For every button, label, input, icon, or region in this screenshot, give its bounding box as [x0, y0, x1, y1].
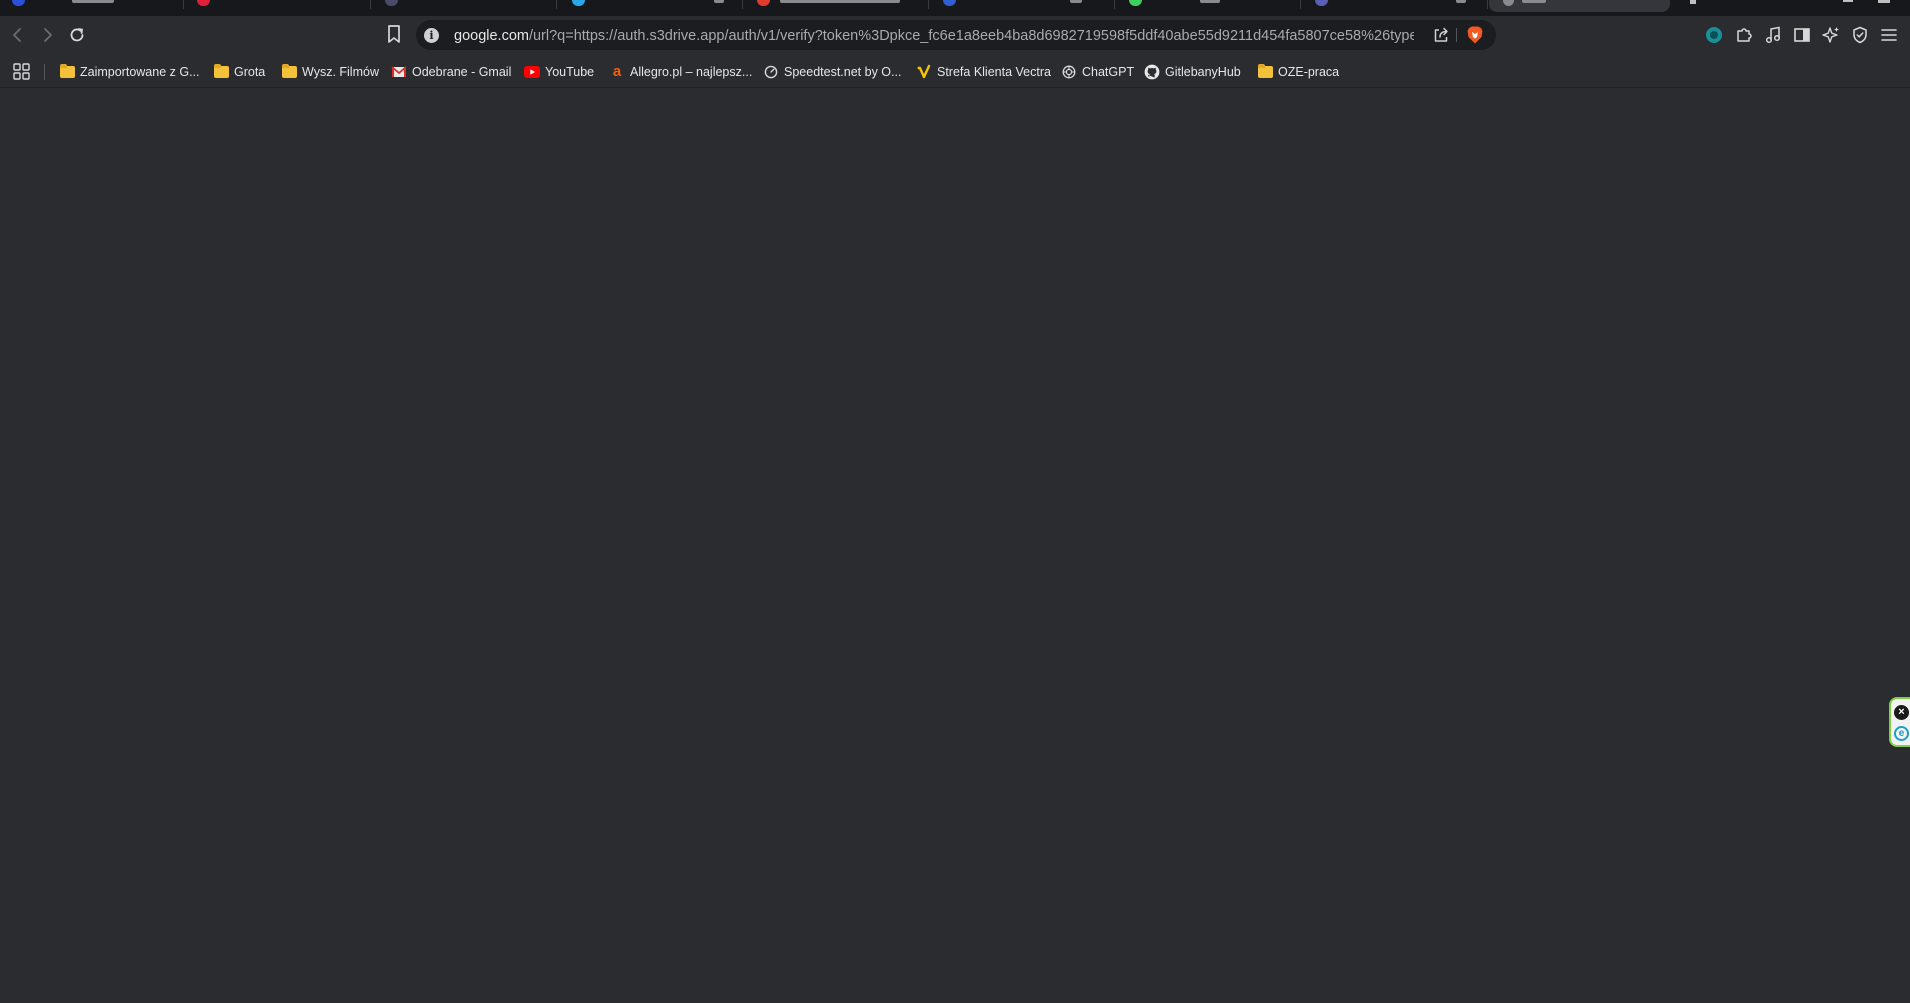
- puzzle-icon[interactable]: [1734, 25, 1754, 45]
- bookmark-icon: [388, 25, 400, 43]
- sparkle-icon[interactable]: [1821, 25, 1841, 45]
- bookmark-label: ChatGPT: [1082, 65, 1135, 79]
- bookmark-allegro[interactable]: a Allegro.pl – najlepsz...: [609, 61, 752, 83]
- bookmark-label: GitlebanyHub: [1165, 65, 1241, 79]
- close-window-button[interactable]: [1878, 0, 1890, 3]
- bookmark-label: OZE-praca: [1278, 65, 1340, 79]
- extension-logo-icon[interactable]: e: [1894, 726, 1909, 741]
- bookmark-github[interactable]: GitlebanyHub: [1144, 61, 1241, 83]
- active-tab[interactable]: [1489, 0, 1670, 12]
- bookmark-zaimportowane[interactable]: Zaimportowane z G...: [59, 61, 200, 83]
- back-button[interactable]: [6, 23, 30, 47]
- tab[interactable]: [930, 0, 1115, 9]
- bookmark-label: Odebrane - Gmail: [412, 65, 512, 79]
- github-icon: [1144, 64, 1160, 80]
- bookmark-label: Grota: [234, 65, 266, 79]
- arrow-left-icon: [13, 28, 21, 42]
- bookmark-label: Zaimportowane z G...: [80, 65, 200, 79]
- folder-icon: [1257, 64, 1273, 80]
- youtube-icon: [524, 64, 540, 80]
- bookmark-label: Speedtest.net by O...: [784, 65, 902, 79]
- bookmark-vectra[interactable]: Strefa Klienta Vectra: [916, 61, 1051, 83]
- tab[interactable]: [372, 0, 557, 9]
- bookmark-chatgpt[interactable]: ChatGPT: [1061, 61, 1134, 83]
- arrow-right-icon: [44, 28, 52, 42]
- menu-icon[interactable]: [1879, 25, 1899, 45]
- bookmark-wysz-filmow[interactable]: Wysz. Filmów: [281, 61, 379, 83]
- bookmarks-bar: Zaimportowane z G... Grota Wysz. Filmów …: [0, 54, 1910, 88]
- bookmark-gmail[interactable]: Odebrane - Gmail: [391, 61, 511, 83]
- tab[interactable]: [558, 0, 743, 9]
- bookmarks-divider: [44, 64, 45, 80]
- vectra-icon: [916, 64, 932, 80]
- page-content: [0, 89, 1910, 1003]
- toolbar: i google.com/url?q=https://auth.s3drive.…: [0, 16, 1910, 54]
- bookmark-page-button[interactable]: [384, 23, 404, 45]
- tab[interactable]: [744, 0, 929, 9]
- vpn-shield-icon[interactable]: [1850, 25, 1870, 45]
- new-tab-button[interactable]: [1690, 0, 1696, 4]
- bookmark-label: Strefa Klienta Vectra: [937, 65, 1051, 79]
- folder-icon: [59, 64, 75, 80]
- url-host: google.com: [454, 28, 529, 44]
- tab[interactable]: [1116, 0, 1301, 9]
- address-bar[interactable]: i google.com/url?q=https://auth.s3drive.…: [416, 20, 1496, 50]
- bookmark-label: Allegro.pl – najlepsz...: [630, 65, 753, 79]
- apps-grid-icon[interactable]: [13, 63, 30, 80]
- reload-button[interactable]: [65, 23, 89, 47]
- bookmark-youtube[interactable]: YouTube: [524, 61, 594, 83]
- share-icon[interactable]: [1432, 26, 1450, 44]
- tab[interactable]: [1302, 0, 1488, 9]
- tab-strip: [0, 0, 1910, 16]
- tab[interactable]: [185, 0, 371, 9]
- url-path: /url?q=https://auth.s3drive.app/auth/v1/…: [528, 28, 1414, 44]
- sidebar-icon[interactable]: [1792, 25, 1812, 45]
- gmail-icon: [391, 64, 407, 80]
- bookmark-grota[interactable]: Grota: [213, 61, 265, 83]
- forward-button[interactable]: [35, 23, 59, 47]
- url-text[interactable]: google.com/url?q=https://auth.s3drive.ap…: [454, 27, 1414, 45]
- allegro-icon: a: [612, 63, 622, 80]
- tab-title-fragment: [1522, 0, 1546, 3]
- music-note-icon[interactable]: [1763, 25, 1783, 45]
- side-extension-widget[interactable]: × e: [1889, 697, 1910, 747]
- folder-icon: [281, 64, 297, 80]
- omnibox-divider: [1456, 28, 1457, 42]
- speedtest-icon: [763, 64, 779, 80]
- bookmark-oze-praca[interactable]: OZE-praca: [1257, 61, 1339, 83]
- bookmark-label: Wysz. Filmów: [302, 65, 379, 79]
- brave-lion-icon[interactable]: [1466, 25, 1484, 45]
- reload-icon: [70, 28, 84, 42]
- bookmark-label: YouTube: [545, 65, 595, 79]
- chatgpt-icon: [1061, 64, 1077, 80]
- tab[interactable]: [0, 0, 184, 9]
- close-icon[interactable]: ×: [1894, 705, 1909, 720]
- info-icon[interactable]: i: [424, 28, 439, 43]
- teal-extension-icon[interactable]: [1704, 25, 1724, 45]
- minimize-button[interactable]: [1843, 0, 1853, 2]
- bookmark-speedtest[interactable]: Speedtest.net by O...: [763, 61, 901, 83]
- folder-icon: [213, 64, 229, 80]
